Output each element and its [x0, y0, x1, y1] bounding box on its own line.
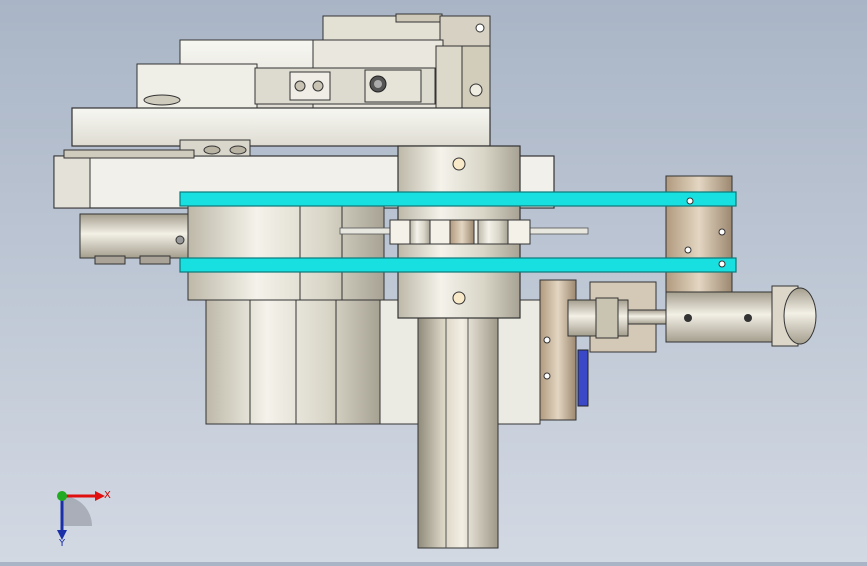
spindle-shaft[interactable]	[417, 315, 499, 549]
cad-viewport[interactable]	[0, 0, 867, 562]
x-axis-label: X	[104, 490, 111, 501]
clamp-block[interactable]	[79, 213, 191, 265]
axis-triad: X Y	[57, 490, 111, 548]
y-axis-label: Y	[58, 538, 66, 548]
upper-housing[interactable]	[136, 13, 491, 111]
origin-marker	[57, 491, 67, 501]
